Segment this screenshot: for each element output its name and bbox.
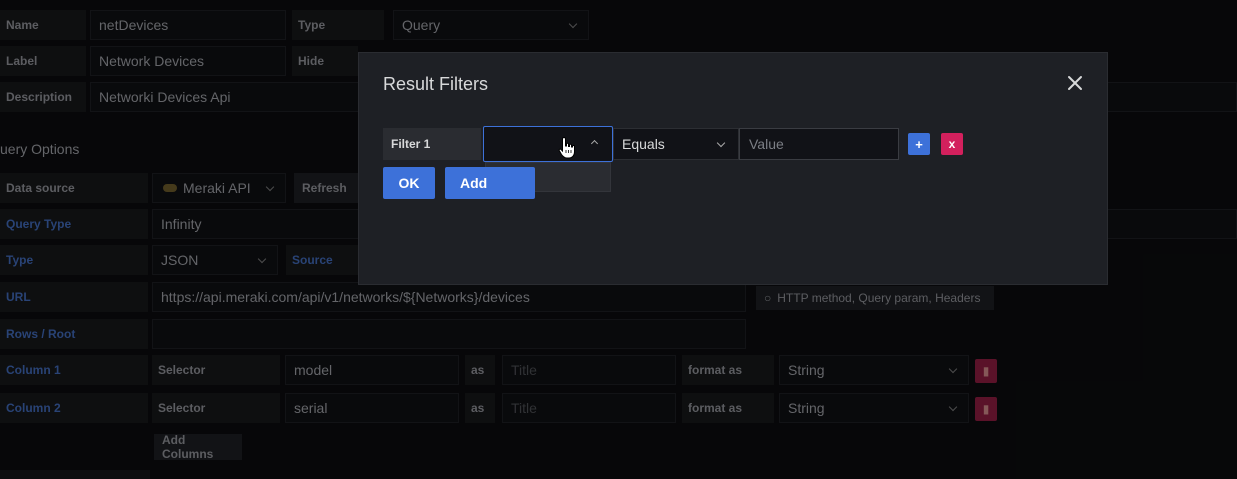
modal-title: Result Filters bbox=[383, 74, 489, 94]
close-icon[interactable] bbox=[1064, 72, 1086, 94]
chevron-up-icon bbox=[590, 139, 599, 148]
filter-1-label: Filter 1 bbox=[383, 128, 481, 160]
filter-operator-select[interactable]: Equals bbox=[613, 128, 739, 160]
filter-value-input[interactable] bbox=[739, 128, 899, 160]
add-filter-button[interactable]: + bbox=[908, 133, 930, 155]
result-filters-modal: Result Filters Filter 1 Equals + x Add O… bbox=[358, 52, 1108, 285]
filter-field-select[interactable] bbox=[483, 126, 613, 162]
hand-cursor-icon bbox=[558, 136, 576, 164]
remove-filter-button[interactable]: x bbox=[941, 133, 963, 155]
add-button[interactable]: Add bbox=[445, 167, 535, 199]
ok-button[interactable]: OK bbox=[383, 167, 435, 199]
